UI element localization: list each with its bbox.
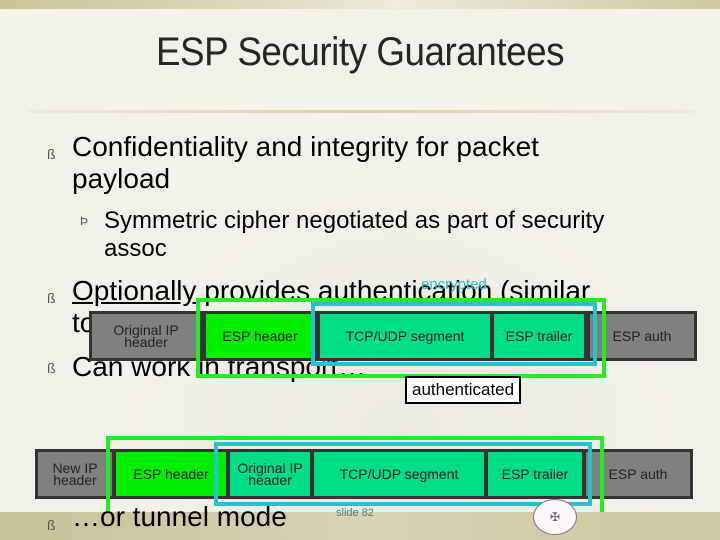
slide-title: ESP Security Guarantees <box>155 30 565 74</box>
authenticated-label: authenticated <box>405 376 522 404</box>
sub-bullet-line1: Symmetric cipher negotiated as part of s… <box>104 207 605 234</box>
sub-bullet-symmetric-cipher: Symmetric cipher negotiated as part of s… <box>104 207 604 263</box>
underlined-word: Optionally <box>72 275 197 306</box>
top-decorative-bar <box>0 0 720 9</box>
cell-label: header <box>53 472 97 488</box>
bullet-text-line2: payload <box>72 163 171 194</box>
sub-bullet-line2: assoc <box>104 235 167 262</box>
bullet-tunnel-mode: …or tunnel mode <box>72 501 287 532</box>
slide-number: slide 82 <box>336 507 374 519</box>
bullet-marker: ß <box>47 146 56 162</box>
bullet-marker: ß <box>47 360 56 376</box>
title-divider <box>28 110 694 113</box>
cell-original-ip-header: Original IP header <box>89 311 203 361</box>
encrypted-region-outline <box>214 442 592 506</box>
encrypted-label: encrypted <box>421 276 487 293</box>
encrypted-region-outline <box>311 302 597 366</box>
bullet-text-line1: Confidentiality and integrity for packet <box>72 131 539 162</box>
bullet-confidentiality: Confidentiality and integrity for packet… <box>72 131 539 195</box>
sub-bullet-marker: Þ <box>80 214 89 228</box>
bullet-marker: ß <box>47 290 56 306</box>
cell-new-ip-header: New IP header <box>35 449 115 499</box>
bullet-marker: ß <box>47 517 56 533</box>
university-seal-icon: ✠ <box>533 499 577 535</box>
cell-label: header <box>124 334 168 350</box>
